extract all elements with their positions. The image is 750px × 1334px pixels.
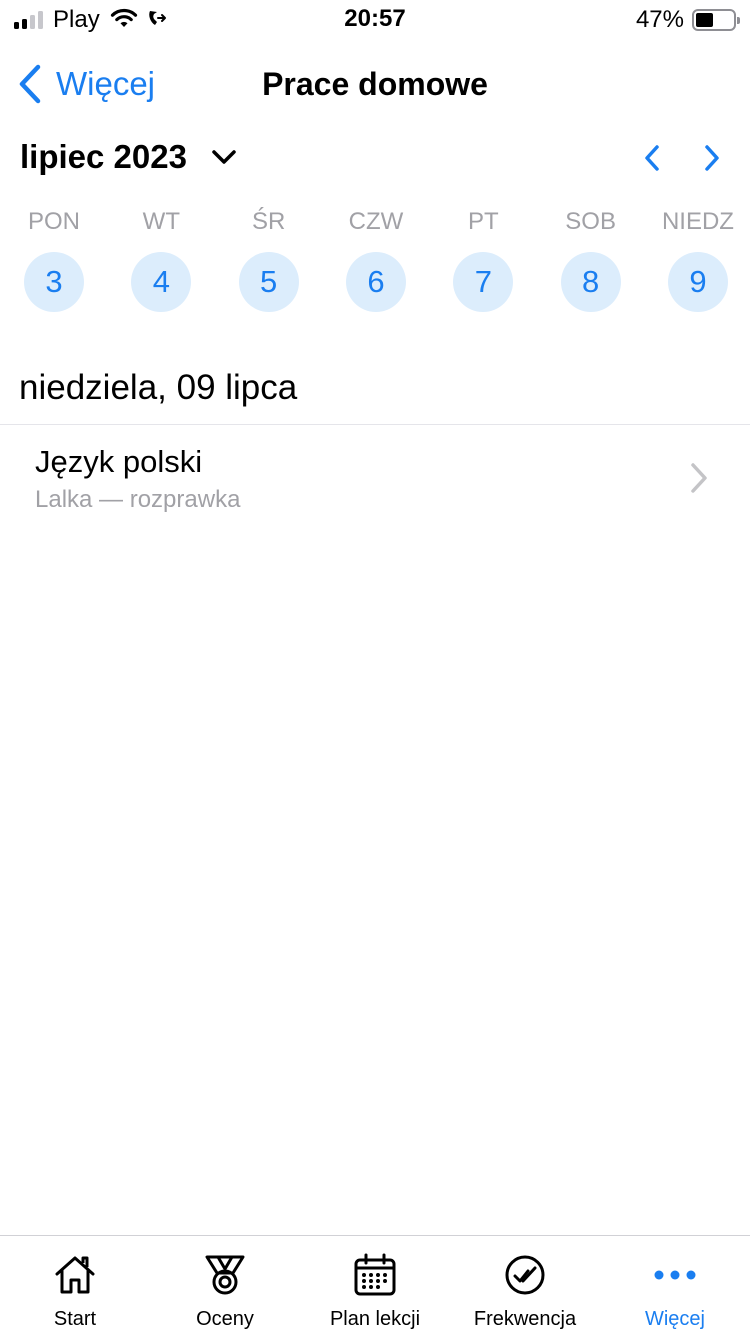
battery-icon: [692, 9, 740, 31]
tab-oceny[interactable]: Oceny: [150, 1236, 300, 1334]
day-name: SOB: [565, 208, 616, 235]
divider: [0, 424, 750, 425]
previous-week-button[interactable]: [644, 144, 660, 177]
next-week-button[interactable]: [704, 144, 720, 177]
chevron-left-icon: [645, 145, 659, 171]
day-name: PON: [27, 208, 80, 235]
day-button[interactable]: 8: [560, 252, 621, 312]
tab-plan-lekcji[interactable]: Plan lekcji: [300, 1236, 450, 1334]
day-column: ŚR 5: [233, 205, 305, 312]
day-column: WT 4: [125, 205, 197, 312]
week-navigation: [644, 144, 720, 177]
calendar-icon: [353, 1252, 397, 1298]
day-column: SOB 8: [555, 205, 627, 312]
tab-bar: Start Oceny Plan lekcji Frekwencja Więce…: [0, 1235, 750, 1334]
more-icon: [652, 1252, 698, 1298]
homework-description: Lalka — rozprawka: [35, 486, 241, 513]
day-column: PON 3: [18, 205, 90, 312]
week-strip: PON 3 WT 4 ŚR 5 CZW 6 PT 7 SOB 8 NIEDZ 9: [0, 205, 750, 312]
page-title: Prace domowe: [262, 66, 488, 102]
month-label: lipiec 2023: [20, 138, 187, 175]
day-button[interactable]: 3: [24, 252, 84, 312]
chevron-right-icon: [705, 145, 719, 171]
battery-percentage: 47%: [635, 6, 684, 33]
day-name: CZW: [348, 208, 404, 235]
chevron-down-icon: [212, 150, 236, 164]
day-button[interactable]: 5: [238, 252, 299, 312]
chevron-right-icon: [691, 463, 707, 493]
tab-label: Więcej: [644, 1308, 705, 1330]
check-circle-icon: [503, 1252, 547, 1298]
day-button[interactable]: 4: [131, 252, 192, 312]
day-name: ŚR: [251, 208, 286, 235]
tab-wiecej[interactable]: Więcej: [600, 1236, 750, 1334]
medal-icon: [202, 1252, 248, 1298]
day-column: NIEDZ 9: [662, 205, 734, 312]
tab-label: Frekwencja: [473, 1308, 577, 1330]
selected-date-heading: niedziela, 09 lipca: [19, 368, 298, 407]
day-column: CZW 6: [340, 205, 412, 312]
home-icon: [52, 1252, 98, 1298]
day-name: NIEDZ: [661, 208, 734, 235]
month-header: lipiec 2023: [0, 138, 750, 188]
tab-label: Oceny: [196, 1308, 254, 1330]
day-button[interactable]: 6: [345, 252, 406, 312]
day-name: PT: [467, 208, 499, 235]
status-bar-right: 47%: [635, 6, 740, 34]
day-column: PT 7: [447, 205, 519, 312]
homework-subject: Język polski: [35, 444, 203, 479]
day-name: WT: [142, 208, 180, 235]
homework-list-item[interactable]: Język polski Lalka — rozprawka: [0, 426, 750, 526]
status-bar: Play 20:57 47%: [0, 0, 750, 40]
tab-label: Plan lekcji: [329, 1308, 421, 1330]
tab-frekwencja[interactable]: Frekwencja: [450, 1236, 600, 1334]
tab-start[interactable]: Start: [0, 1236, 150, 1334]
day-button[interactable]: 9: [667, 252, 728, 312]
navigation-bar: Więcej Prace domowe: [0, 50, 750, 120]
month-picker[interactable]: lipiec 2023: [20, 138, 237, 176]
day-button[interactable]: 7: [453, 252, 514, 312]
tab-label: Start: [53, 1308, 97, 1330]
